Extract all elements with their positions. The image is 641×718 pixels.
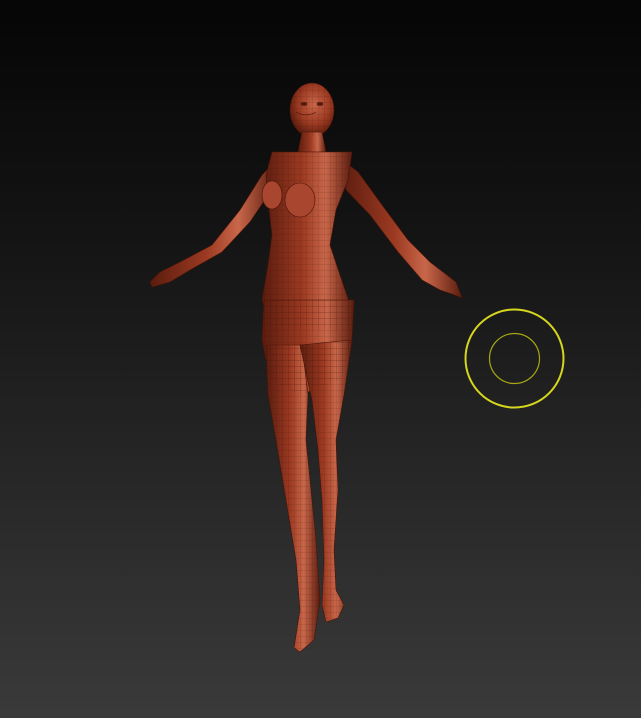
- figure-wireframe: [262, 83, 354, 652]
- sculpt-viewport[interactable]: [0, 0, 641, 718]
- brush-inner-ring: [488, 332, 541, 385]
- brush-outer-ring: [464, 308, 565, 409]
- brush-draw-size-ring-icon[interactable]: [464, 308, 565, 409]
